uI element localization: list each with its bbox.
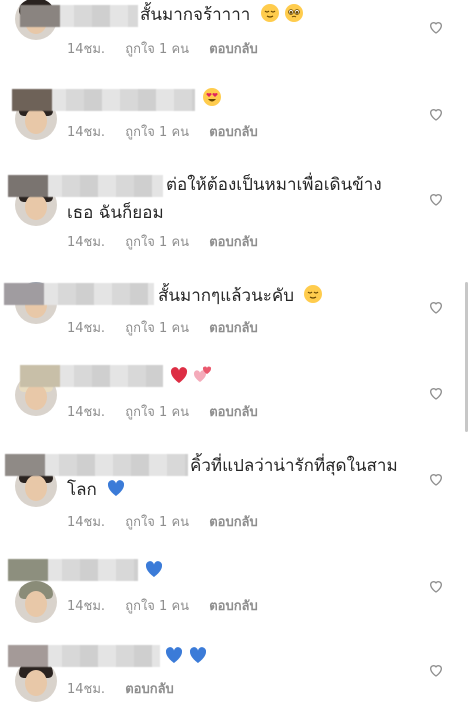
username-redacted[interactable] — [5, 454, 188, 476]
comment-text-line1: ต่อให้ต้องเป็นหมาเพื่อเดินข้าง — [166, 175, 382, 195]
like-heart-icon[interactable] — [428, 191, 444, 207]
comment-time: 14ชม. — [67, 682, 106, 697]
comment-text: สั้นมากๆแล้วนะคับ — [158, 283, 323, 309]
comment-likes[interactable]: ถูกใจ 1 คน — [125, 42, 189, 57]
username-redacted[interactable] — [4, 283, 154, 305]
username-redacted[interactable] — [8, 175, 163, 197]
username-redacted[interactable] — [8, 645, 160, 667]
heart-eyes-face-icon — [203, 88, 221, 106]
comment-text-line2: โลก — [67, 477, 126, 503]
two-hearts-icon — [193, 366, 212, 382]
comment-time: 14ชม. — [67, 321, 106, 336]
avatar[interactable] — [15, 581, 57, 623]
comment-likes[interactable]: ถูกใจ 1 คน — [125, 321, 189, 336]
comment-text: สั้นมากจร้าาาา — [140, 2, 304, 28]
like-heart-icon[interactable] — [428, 19, 444, 35]
comment-text — [165, 364, 213, 390]
reply-button[interactable]: ตอบกลับ — [209, 235, 258, 250]
comment-meta: 14ชม. ถูกใจ 1 คน ตอบกลับ — [67, 595, 274, 616]
comment-text — [198, 86, 222, 112]
blue-heart-icon — [189, 647, 207, 663]
comment-time: 14ชม. — [67, 125, 106, 140]
username-redacted[interactable] — [20, 5, 138, 27]
reply-button[interactable]: ตอบกลับ — [209, 599, 258, 614]
comment-likes[interactable]: ถูกใจ 1 คน — [125, 235, 189, 250]
comment-text-line1: คิ้วที่แปลว่าน่ารักที่สุดในสาม — [190, 456, 398, 476]
comment-time: 14ชม. — [67, 235, 106, 250]
comment-time: 14ชม. — [67, 405, 106, 420]
comment-text — [140, 558, 164, 584]
username-redacted[interactable] — [20, 365, 163, 387]
comment-text — [160, 644, 208, 670]
comment-likes[interactable]: ถูกใจ 1 คน — [125, 125, 189, 140]
comment-meta: 14ชม. ถูกใจ 1 คน ตอบกลับ — [67, 317, 274, 338]
like-heart-icon[interactable] — [428, 299, 444, 315]
username-redacted[interactable] — [12, 89, 195, 111]
reply-button[interactable]: ตอบกลับ — [209, 42, 258, 57]
comment-meta: 14ชม. ถูกใจ 1 คน ตอบกลับ — [67, 121, 274, 142]
comment-time: 14ชม. — [67, 42, 106, 57]
blue-heart-icon — [165, 647, 183, 663]
comment-likes[interactable]: ถูกใจ 1 คน — [125, 515, 189, 530]
reply-button[interactable]: ตอบกลับ — [209, 321, 258, 336]
comment-text-line2: เธอ ฉันก็ยอม — [67, 203, 164, 223]
username-redacted[interactable] — [8, 559, 138, 581]
comment-meta: 14ชม. ถูกใจ 1 คน ตอบกลับ — [67, 38, 274, 59]
comment-meta: 14ชม. ถูกใจ 1 คน ตอบกลับ — [67, 511, 274, 532]
blue-heart-icon — [108, 480, 125, 496]
like-heart-icon[interactable] — [428, 106, 444, 122]
like-heart-icon[interactable] — [428, 385, 444, 401]
comment-likes[interactable]: ถูกใจ 1 คน — [125, 405, 189, 420]
scrollbar[interactable] — [465, 282, 468, 432]
like-heart-icon[interactable] — [428, 578, 444, 594]
comment-time: 14ชม. — [67, 515, 106, 530]
like-heart-icon[interactable] — [428, 471, 444, 487]
pleading-face-icon — [284, 4, 303, 22]
reply-button[interactable]: ตอบกลับ — [209, 405, 258, 420]
reply-button[interactable]: ตอบกลับ — [209, 125, 258, 140]
comment-time: 14ชม. — [67, 599, 106, 614]
relieved-face-icon — [260, 4, 279, 22]
like-heart-icon[interactable] — [428, 662, 444, 678]
comment-likes[interactable]: ถูกใจ 1 คน — [125, 599, 189, 614]
blue-heart-icon — [145, 561, 163, 577]
relieved-face-icon — [304, 285, 323, 303]
red-heart-icon — [170, 367, 188, 383]
reply-button[interactable]: ตอบกลับ — [209, 515, 258, 530]
comment-meta: 14ชม. ถูกใจ 1 คน ตอบกลับ — [67, 401, 274, 422]
reply-button[interactable]: ตอบกลับ — [125, 682, 174, 697]
comment-meta: 14ชม. ถูกใจ 1 คน ตอบกลับ — [67, 231, 274, 252]
